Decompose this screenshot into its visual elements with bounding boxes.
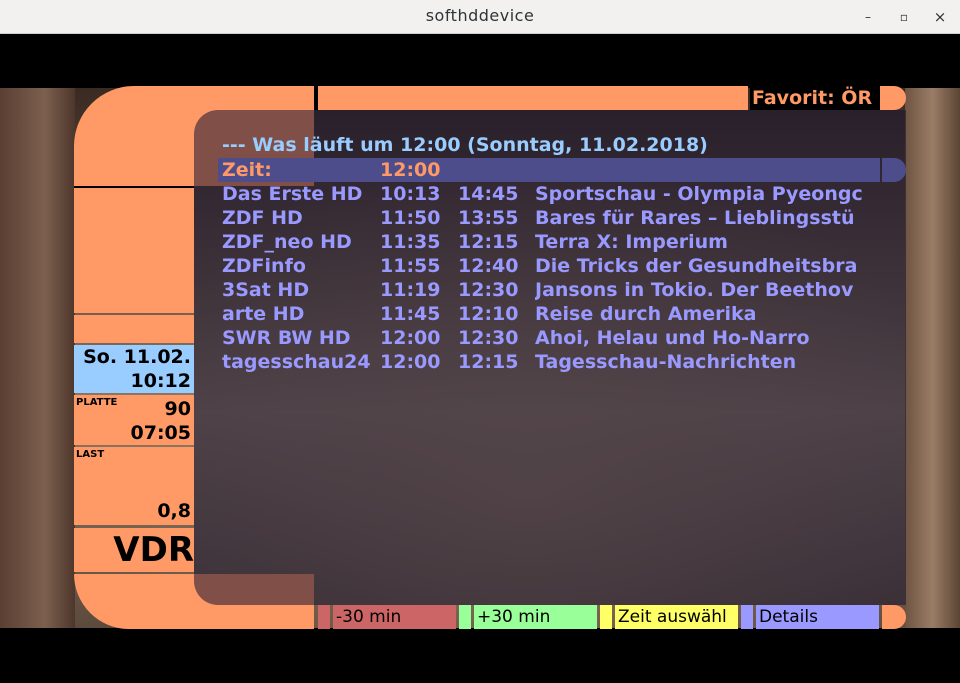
channel-name: 3Sat HD [222, 279, 310, 301]
load-value: 0,8 [157, 500, 191, 522]
event-title: Bares für Rares – Lieblingsstü [535, 207, 855, 229]
start-time: 11:35 [380, 231, 441, 253]
schedule-heading: --- Was läuft um 12:00 (Sonntag, 11.02.2… [222, 134, 708, 156]
lcars-bottom-bar [194, 605, 314, 629]
time-row-bar [218, 158, 880, 182]
end-time: 12:10 [458, 303, 519, 325]
start-time: 10:13 [380, 183, 441, 205]
video-right-edge [905, 88, 960, 628]
channel-name: ZDFinfo [222, 255, 306, 277]
channel-name: ZDF HD [222, 207, 303, 229]
start-time: 11:50 [380, 207, 441, 229]
yellow-button-cap [600, 605, 612, 629]
disk-box: PLATTE 90 07:05 [74, 395, 194, 445]
start-time: 12:00 [380, 351, 441, 373]
end-time: 12:40 [458, 255, 519, 277]
red-button[interactable]: -30 min [333, 605, 456, 629]
window-titlebar: softhddevice – ▫ × [0, 0, 960, 34]
green-button[interactable]: +30 min [474, 605, 597, 629]
start-time: 12:00 [380, 327, 441, 349]
load-label: LAST [76, 449, 105, 460]
end-time: 12:15 [458, 231, 519, 253]
end-time: 12:30 [458, 279, 519, 301]
channel-name: arte HD [222, 303, 305, 325]
lcars-side-block-2 [74, 315, 194, 343]
close-icon[interactable]: × [931, 8, 949, 26]
time-value[interactable]: 12:00 [380, 158, 440, 182]
end-time: 12:30 [458, 327, 519, 349]
end-time: 13:55 [458, 207, 519, 229]
channel-name: SWR BW HD [222, 327, 351, 349]
red-button-cap [318, 605, 330, 629]
end-time: 12:15 [458, 351, 519, 373]
blue-button-cap [741, 605, 753, 629]
lcars-top-bar [318, 86, 748, 110]
event-title: Tagesschau-Nachrichten [535, 351, 797, 373]
lcars-side-divider [74, 186, 194, 188]
sidebar-time: 10:12 [130, 370, 191, 392]
event-title: Die Tricks der Gesundheitsbra [535, 255, 858, 277]
time-row-cap [882, 158, 906, 182]
channel-name: ZDF_neo HD [222, 231, 352, 253]
event-title: Ahoi, Helau und Ho-Narro [535, 327, 810, 349]
event-title: Reise durch Amerika [535, 303, 757, 325]
minimize-icon[interactable]: – [859, 8, 877, 26]
lcars-top-cap [880, 86, 906, 110]
window-title: softhddevice [425, 6, 535, 25]
blue-button[interactable]: Details [756, 605, 879, 629]
date-box: So. 11.02. 10:12 [74, 345, 194, 393]
vdr-logo: VDR [74, 528, 194, 572]
video-left-edge [0, 88, 75, 628]
favorite-label: Favorit: ÖR [752, 87, 873, 109]
channel-name: tagesschau24 [222, 351, 371, 373]
maximize-icon[interactable]: ▫ [895, 8, 913, 26]
green-button-cap [459, 605, 471, 629]
yellow-button[interactable]: Zeit auswähl [615, 605, 738, 629]
start-time: 11:55 [380, 255, 441, 277]
lcars-bottom-cap [882, 605, 906, 629]
load-box: LAST 0,8 [74, 447, 194, 525]
video-screen: Favorit: ÖR So. 11.02. 10:12 PLATTE 90 0… [0, 34, 960, 683]
lcars-side-block [74, 184, 194, 313]
lcars-divider [314, 86, 318, 110]
event-title: Sportschau - Olympia Pyeongc [535, 183, 863, 205]
start-time: 11:19 [380, 279, 441, 301]
disk-time: 07:05 [130, 422, 191, 444]
event-title: Terra X: Imperium [535, 231, 728, 253]
sidebar-date: So. 11.02. [83, 346, 191, 368]
disk-label: PLATTE [76, 397, 118, 408]
event-title: Jansons in Tokio. Der Beethov [535, 279, 854, 301]
end-time: 14:45 [458, 183, 519, 205]
time-label: Zeit: [222, 159, 272, 181]
channel-name: Das Erste HD [222, 183, 363, 205]
start-time: 11:45 [380, 303, 441, 325]
